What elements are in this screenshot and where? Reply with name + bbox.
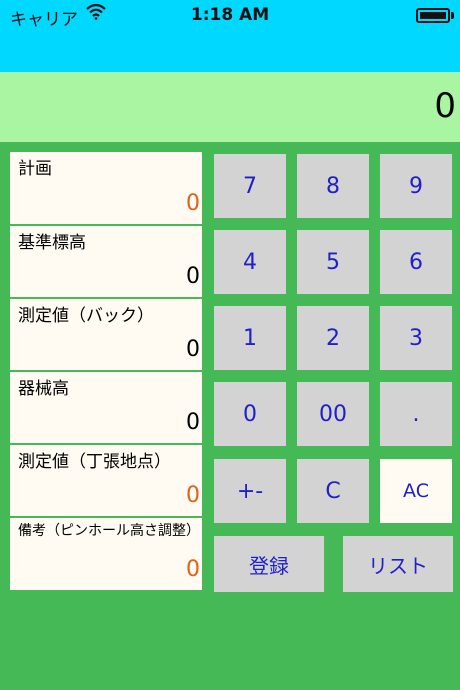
field-remarks[interactable]: 備考（ピンホール高さ調整） 0 (10, 518, 202, 590)
key-clear[interactable]: C (297, 459, 369, 523)
display-value: 0 (434, 86, 456, 126)
key-decimal[interactable]: . (380, 382, 452, 446)
key-5[interactable]: 5 (297, 230, 369, 294)
field-value: 0 (186, 557, 200, 582)
field-value: 0 (186, 191, 200, 216)
status-bar: キャリア 1:18 AM (0, 0, 460, 72)
register-button[interactable]: 登録 (214, 536, 324, 592)
field-stake-point-reading[interactable]: 測定値（丁張地点） 0 (10, 445, 202, 516)
key-6[interactable]: 6 (380, 230, 452, 294)
key-4[interactable]: 4 (214, 230, 286, 294)
status-time: 1:18 AM (190, 5, 270, 25)
field-label: 備考（ピンホール高さ調整） (18, 523, 200, 539)
field-label: 測定値（丁張地点） (18, 452, 171, 472)
key-1[interactable]: 1 (214, 306, 286, 370)
field-value: 0 (186, 410, 200, 435)
battery-icon (416, 8, 450, 23)
key-all-clear[interactable]: AC (380, 459, 452, 523)
list-button[interactable]: リスト (343, 536, 453, 592)
field-value: 0 (186, 264, 200, 289)
key-3[interactable]: 3 (380, 306, 452, 370)
field-label: 測定値（バック） (18, 306, 154, 326)
field-backsight-reading[interactable]: 測定値（バック） 0 (10, 299, 202, 370)
battery-tip (451, 12, 454, 19)
key-0[interactable]: 0 (214, 382, 286, 446)
field-value: 0 (186, 337, 200, 362)
key-7[interactable]: 7 (214, 154, 286, 218)
field-plan[interactable]: 計画 0 (10, 152, 202, 224)
field-label: 器械高 (18, 379, 69, 399)
key-plus-minus[interactable]: +- (214, 459, 286, 523)
key-2[interactable]: 2 (297, 306, 369, 370)
calculator-display: 0 (0, 72, 460, 142)
field-instrument-height[interactable]: 器械高 0 (10, 372, 202, 443)
key-00[interactable]: 00 (297, 382, 369, 446)
field-label: 基準標高 (18, 233, 86, 253)
field-benchmark-elevation[interactable]: 基準標高 0 (10, 226, 202, 297)
field-label: 計画 (18, 159, 52, 179)
key-8[interactable]: 8 (297, 154, 369, 218)
field-value: 0 (186, 483, 200, 508)
key-9[interactable]: 9 (380, 154, 452, 218)
